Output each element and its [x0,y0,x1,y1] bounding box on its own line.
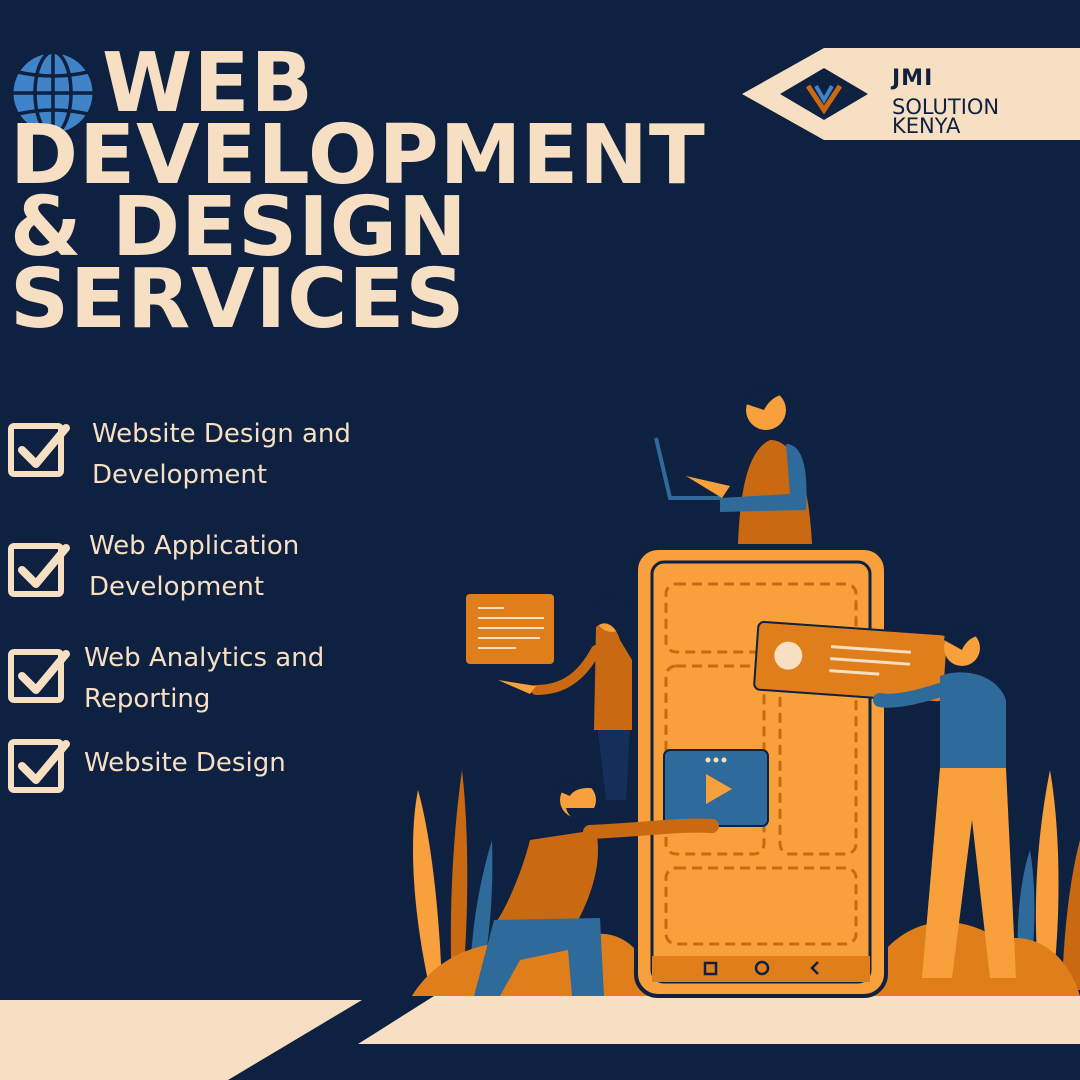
bottom-band-right [358,996,1080,1044]
bottom-band-left [0,1000,362,1080]
video-card [663,749,769,827]
text-card-left [466,594,554,664]
person-top-laptop [654,385,812,544]
team-illustration [0,385,1080,1080]
poster-canvas: WEB DEVELOPMENT & DESIGN SERVICES JMI SO… [0,0,1080,1080]
